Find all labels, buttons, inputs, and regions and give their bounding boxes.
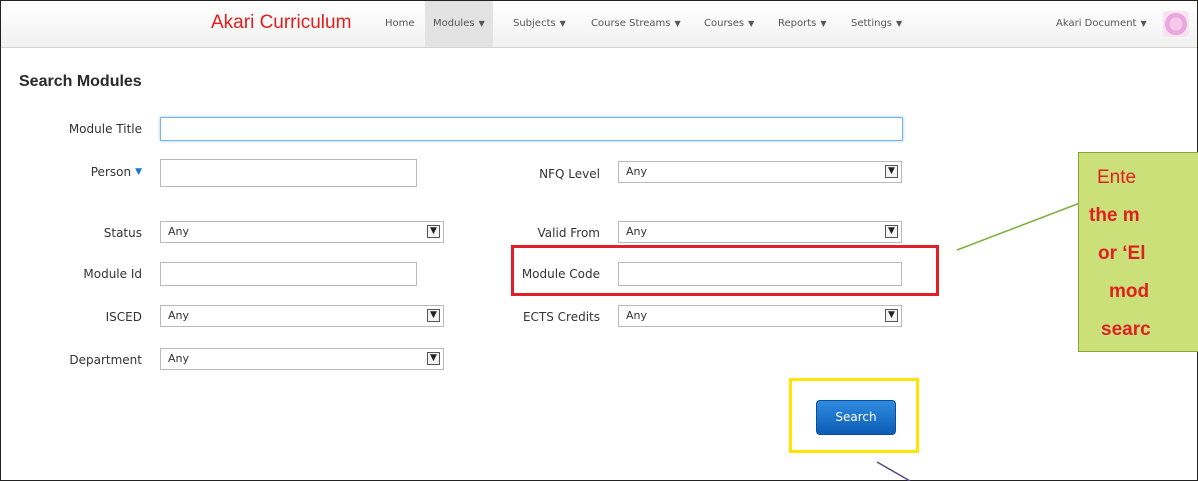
department-value: Any bbox=[168, 352, 190, 365]
nav-modules[interactable]: Modules ▼ bbox=[425, 1, 493, 47]
valid-from-value: Any bbox=[626, 225, 648, 238]
nav-subjects-label: Subjects bbox=[513, 18, 556, 29]
module-id-label: Module Id bbox=[83, 267, 142, 281]
nav-reports-label: Reports bbox=[778, 18, 817, 29]
page-title: Search Modules bbox=[19, 73, 142, 90]
person-label[interactable]: Person ▼ bbox=[40, 165, 142, 179]
person-input[interactable] bbox=[160, 159, 417, 187]
search-button[interactable]: Search bbox=[816, 400, 896, 435]
callout-line-3: or ‘El bbox=[1098, 243, 1146, 264]
ects-credits-label: ECTS Credits bbox=[522, 310, 600, 324]
nav-reports[interactable]: Reports ▼ bbox=[778, 1, 827, 47]
app-brand[interactable]: Akari Curriculum bbox=[211, 12, 351, 34]
isced-value: Any bbox=[168, 309, 190, 322]
callout-line-1: Ente bbox=[1097, 167, 1137, 188]
nav-settings[interactable]: Settings ▼ bbox=[851, 1, 902, 47]
nav-courses[interactable]: Courses ▼ bbox=[704, 1, 754, 47]
nav-course-streams-label: Course Streams bbox=[591, 18, 671, 29]
dropdown-arrow-icon: ▼ bbox=[885, 225, 898, 238]
dropdown-arrow-icon: ▼ bbox=[427, 352, 440, 365]
department-label: Department bbox=[69, 353, 142, 367]
status-value: Any bbox=[168, 225, 190, 238]
module-id-input[interactable] bbox=[160, 262, 417, 286]
callout-line-2: the m bbox=[1089, 205, 1140, 226]
status-select[interactable]: Any ▼ bbox=[160, 221, 444, 243]
nav-modules-label: Modules bbox=[433, 18, 475, 29]
caret-down-icon: ▼ bbox=[748, 19, 755, 28]
module-title-input[interactable] bbox=[160, 117, 903, 141]
caret-down-icon: ▼ bbox=[135, 167, 142, 177]
module-title-label: Module Title bbox=[68, 122, 142, 136]
user-avatar-logo[interactable] bbox=[1163, 11, 1189, 37]
dropdown-arrow-icon: ▼ bbox=[427, 309, 440, 322]
valid-from-select[interactable]: Any ▼ bbox=[618, 221, 902, 243]
ects-credits-value: Any bbox=[626, 309, 648, 322]
dropdown-arrow-icon: ▼ bbox=[885, 309, 898, 322]
dropdown-arrow-icon: ▼ bbox=[427, 225, 440, 238]
nav-settings-label: Settings bbox=[851, 18, 893, 29]
caret-down-icon: ▼ bbox=[559, 19, 566, 28]
nav-home-label: Home bbox=[385, 18, 415, 29]
top-navbar: Akari Curriculum Home Modules ▼ Subjects ▼… bbox=[1, 1, 1197, 48]
isced-select[interactable]: Any ▼ bbox=[160, 305, 444, 327]
nav-courses-label: Courses bbox=[704, 18, 745, 29]
department-select[interactable]: Any ▼ bbox=[160, 348, 444, 370]
caret-down-icon: ▼ bbox=[1140, 19, 1147, 28]
caret-down-icon: ▼ bbox=[674, 19, 681, 28]
ects-credits-select[interactable]: Any ▼ bbox=[618, 305, 902, 327]
caret-down-icon: ▼ bbox=[820, 19, 827, 28]
valid-from-label: Valid From bbox=[537, 226, 600, 240]
user-menu[interactable]: Akari Document ▼ bbox=[1056, 1, 1147, 47]
callout-line-4: mod bbox=[1109, 281, 1150, 302]
dropdown-arrow-icon: ▼ bbox=[885, 165, 898, 178]
status-label: Status bbox=[103, 226, 142, 240]
nfq-level-value: Any bbox=[626, 165, 648, 178]
nav-course-streams[interactable]: Course Streams ▼ bbox=[591, 1, 681, 47]
user-name: Akari Document bbox=[1056, 18, 1137, 29]
person-label-text: Person bbox=[90, 165, 132, 179]
instruction-callout: Ente the m or ‘El mod searc bbox=[1078, 152, 1198, 352]
isced-label: ISCED bbox=[105, 310, 142, 324]
caret-down-icon: ▼ bbox=[896, 19, 903, 28]
nfq-level-select[interactable]: Any ▼ bbox=[618, 161, 902, 183]
module-code-highlight bbox=[511, 245, 939, 296]
nav-home[interactable]: Home bbox=[385, 1, 415, 47]
nfq-level-label: NFQ Level bbox=[539, 167, 600, 181]
caret-down-icon: ▼ bbox=[478, 19, 485, 28]
callout-line-5: searc bbox=[1101, 319, 1151, 340]
nav-subjects[interactable]: Subjects ▼ bbox=[513, 1, 566, 47]
